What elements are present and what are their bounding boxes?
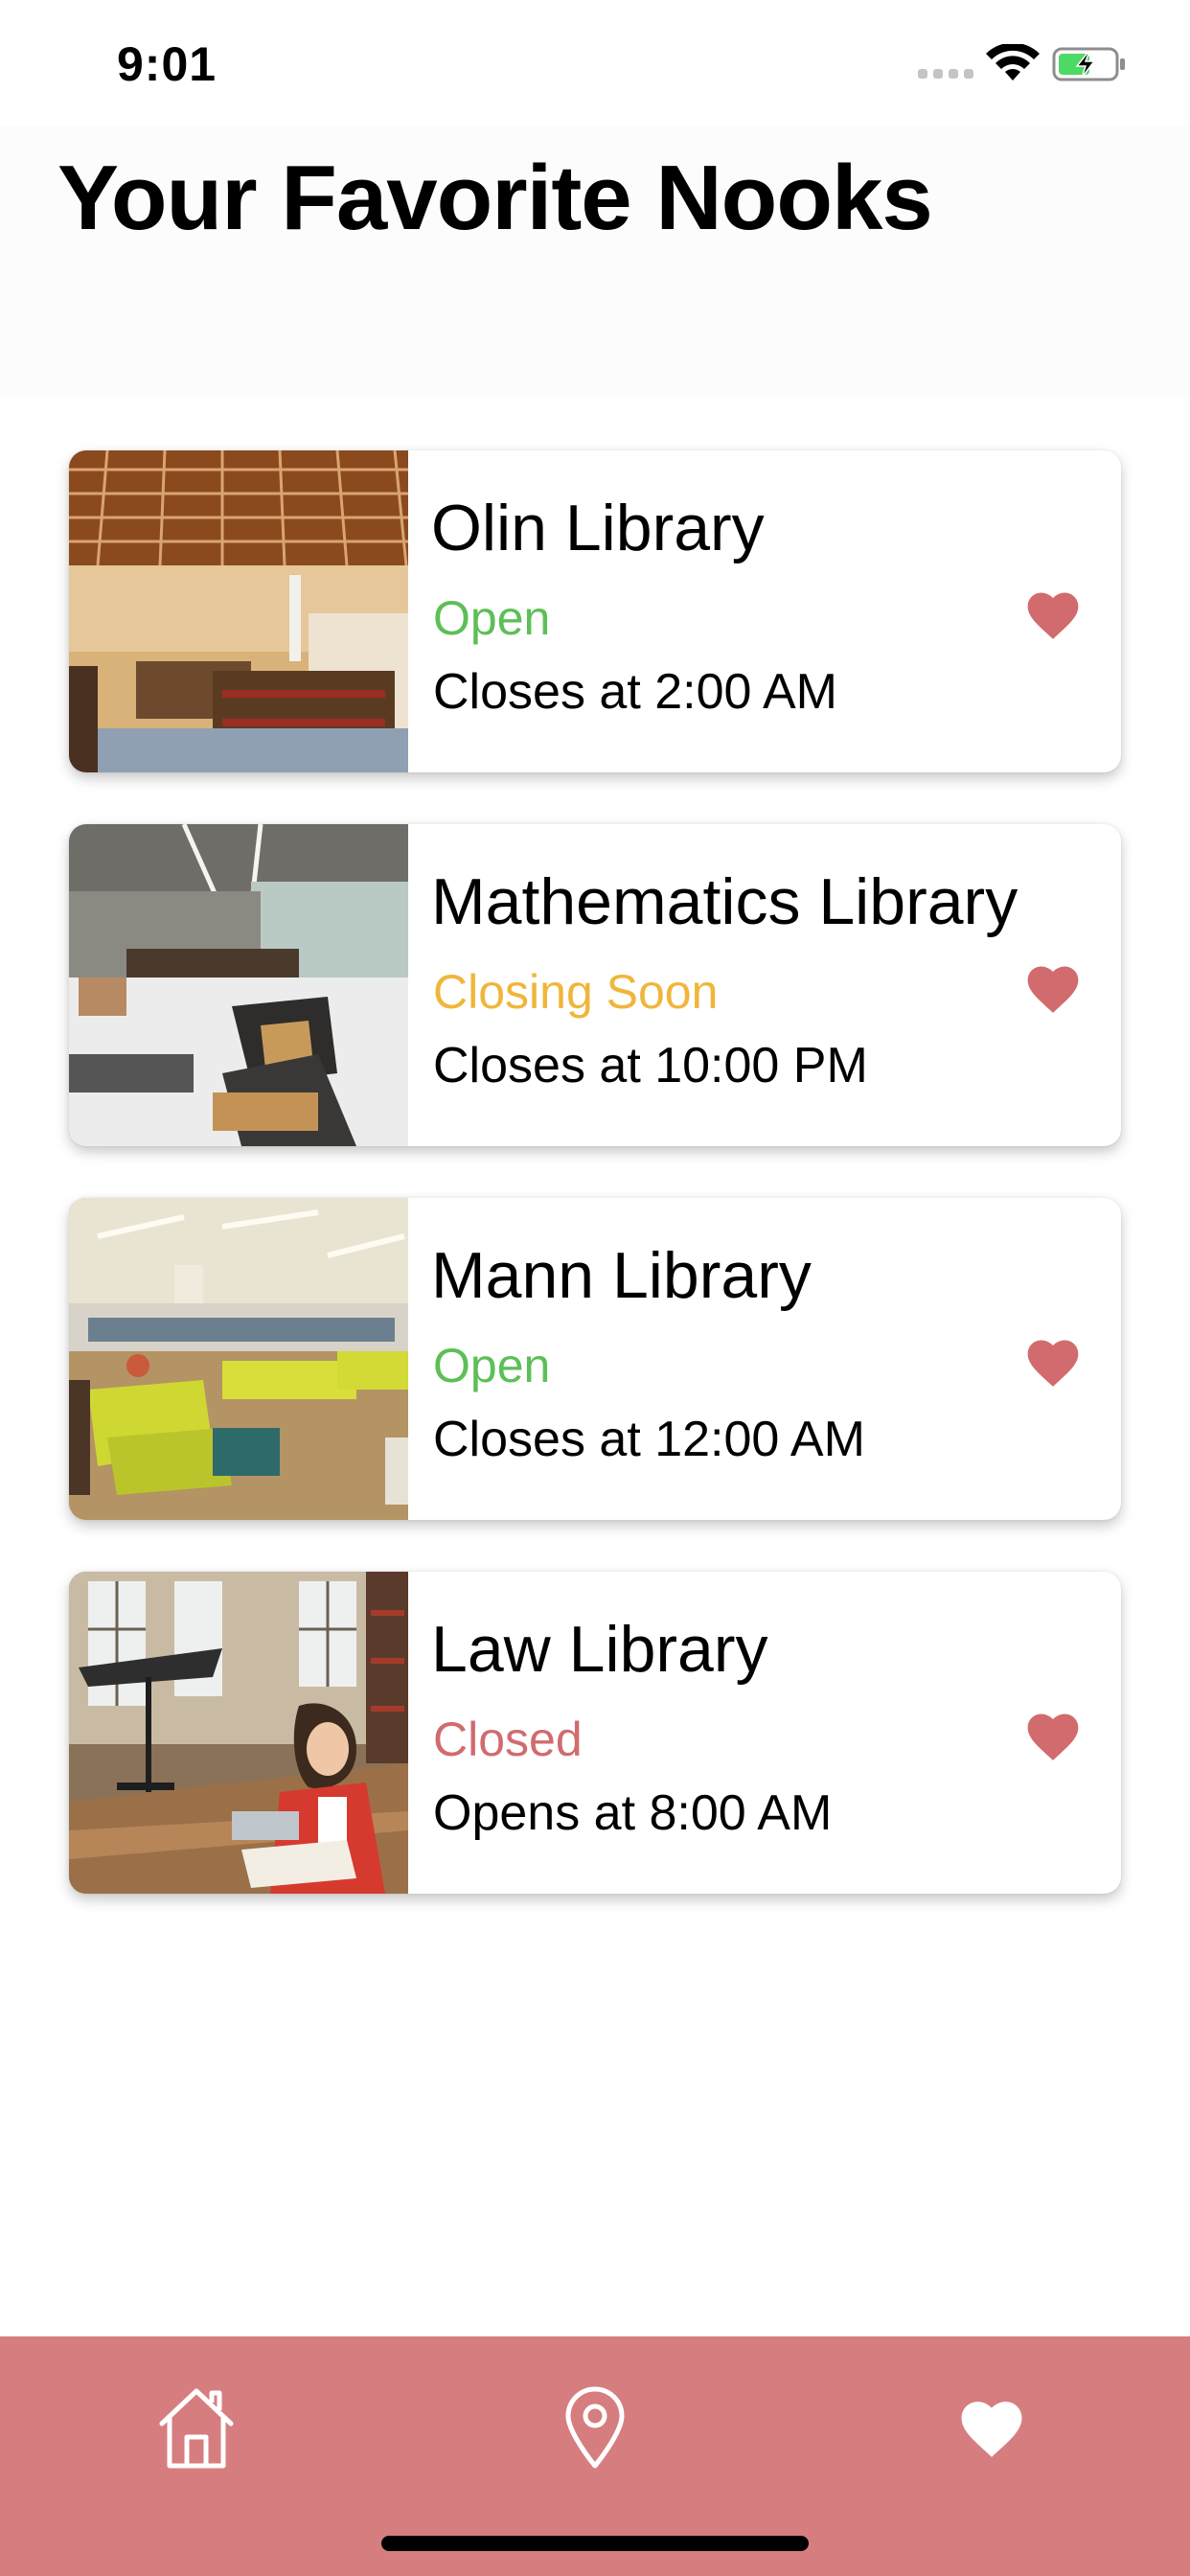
page-title: Your Favorite Nooks: [57, 147, 933, 249]
library-status: Closing Soon: [433, 965, 719, 1019]
battery-charging-icon: [1052, 47, 1125, 81]
library-photo: [69, 450, 408, 772]
favorite-heart-icon[interactable]: [1023, 1334, 1083, 1390]
favorite-heart-icon[interactable]: [1023, 960, 1083, 1016]
home-indicator: [381, 2536, 809, 2551]
map-pin-icon: [565, 2386, 625, 2469]
library-name: Mann Library: [431, 1239, 812, 1312]
library-photo: [69, 1198, 408, 1520]
library-status: Open: [433, 1339, 551, 1392]
library-hours: Closes at 10:00 PM: [433, 1038, 868, 1093]
library-status: Closed: [433, 1713, 583, 1766]
library-photo: [69, 824, 408, 1146]
tab-home[interactable]: [144, 2375, 249, 2480]
library-name: Mathematics Library: [431, 865, 1018, 938]
library-hours: Closes at 12:00 AM: [433, 1412, 865, 1467]
signal-icon: [918, 69, 973, 79]
status-bar: 9:01: [0, 0, 1190, 126]
library-card[interactable]: Olin Library Open Closes at 2:00 AM: [69, 450, 1121, 772]
library-list: Olin Library Open Closes at 2:00 AM Math…: [69, 450, 1121, 1945]
library-name: Olin Library: [431, 492, 765, 564]
library-hours: Opens at 8:00 AM: [433, 1785, 833, 1841]
favorite-heart-icon[interactable]: [1023, 586, 1083, 642]
favorite-heart-icon[interactable]: [1023, 1708, 1083, 1763]
heart-icon: [961, 2402, 1022, 2457]
library-card[interactable]: Mathematics Library Closing Soon Closes …: [69, 824, 1121, 1146]
library-card[interactable]: Law Library Closed Opens at 8:00 AM: [69, 1572, 1121, 1894]
favorites-screen: 9:01 Your Favorite Nooks Olin Library Op…: [0, 0, 1190, 2576]
library-card[interactable]: Mann Library Open Closes at 12:00 AM: [69, 1198, 1121, 1520]
home-icon: [159, 2388, 234, 2469]
library-photo: [69, 1572, 408, 1894]
library-status: Open: [433, 591, 551, 645]
wifi-icon: [986, 44, 1040, 80]
status-time: 9:01: [117, 37, 217, 91]
library-hours: Closes at 2:00 AM: [433, 664, 837, 720]
tab-favorites[interactable]: [939, 2375, 1044, 2480]
tab-map[interactable]: [542, 2375, 648, 2480]
library-name: Law Library: [431, 1613, 768, 1686]
